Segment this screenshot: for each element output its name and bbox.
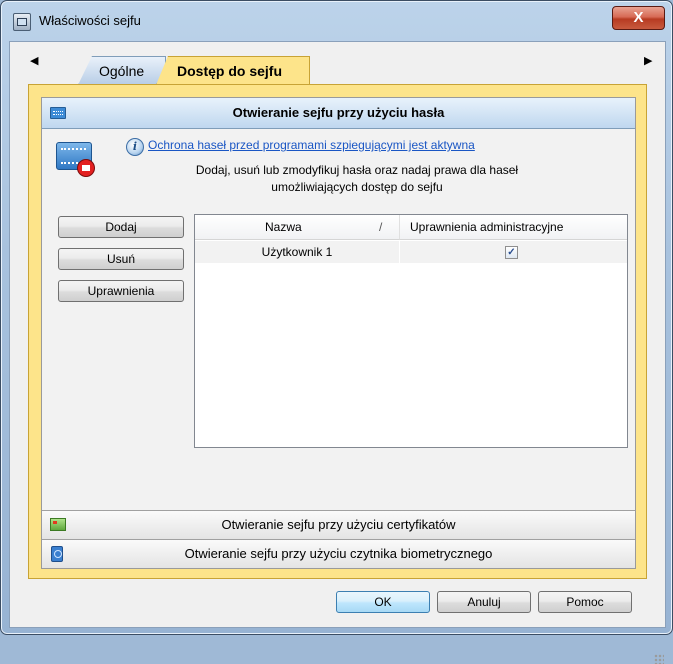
certificate-section-header[interactable]: Otwieranie sejfu przy użyciu certyfikató… bbox=[42, 510, 635, 539]
tab-panel-vault-access: Otwieranie sejfu przy użyciu hasła i Och… bbox=[28, 84, 647, 579]
column-header-name[interactable]: Nazwa / bbox=[195, 215, 400, 240]
remove-button[interactable]: Usuń bbox=[58, 248, 184, 270]
add-button[interactable]: Dodaj bbox=[58, 216, 184, 238]
close-button[interactable]: X bbox=[612, 6, 665, 30]
table-row[interactable]: Użytkownik 1 ✓ bbox=[195, 241, 627, 263]
biometric-section-header[interactable]: Otwieranie sejfu przy użyciu czytnika bi… bbox=[42, 539, 635, 568]
admin-rights-checkbox[interactable]: ✓ bbox=[505, 246, 518, 259]
cancel-button[interactable]: Anuluj bbox=[437, 591, 531, 613]
description-line-1: Dodaj, usuń lub zmodyfikuj hasła oraz na… bbox=[195, 163, 519, 177]
access-methods-panel: Otwieranie sejfu przy użyciu hasła i Och… bbox=[41, 97, 636, 569]
password-section-header[interactable]: Otwieranie sejfu przy użyciu hasła bbox=[42, 98, 635, 129]
tab-vault-access-label: Dostęp do sejfu bbox=[177, 63, 283, 79]
window-title: Właściwości sejfu bbox=[39, 13, 141, 28]
password-section-title: Otwieranie sejfu przy użyciu hasła bbox=[232, 105, 445, 120]
resize-grip-icon[interactable] bbox=[654, 654, 664, 664]
biometric-section-title: Otwieranie sejfu przy użyciu czytnika bi… bbox=[184, 546, 493, 561]
dialog-client-area: ◀ ▶ Ogólne Dostęp do sejfu Otwieranie se… bbox=[9, 41, 666, 664]
info-icon: i bbox=[126, 138, 144, 156]
tab-general[interactable]: Ogólne bbox=[78, 56, 166, 85]
certificate-section-title: Otwieranie sejfu przy użyciu certyfikató… bbox=[221, 517, 456, 532]
title-bar[interactable]: Właściwości sejfu X bbox=[1, 1, 672, 41]
ok-button[interactable]: OK bbox=[336, 591, 430, 613]
passwords-list[interactable]: Nazwa / Uprawnienia administracyjne Użyt… bbox=[194, 214, 628, 448]
column-admin-label: Uprawnienia administracyjne bbox=[410, 220, 564, 234]
help-button[interactable]: Pomoc bbox=[538, 591, 632, 613]
vault-properties-dialog: Właściwości sejfu X ◀ ▶ Ogólne Dostęp do… bbox=[0, 0, 673, 664]
tab-scroll-left-icon[interactable]: ◀ bbox=[30, 54, 38, 67]
permissions-button[interactable]: Uprawnienia bbox=[58, 280, 184, 302]
description-line-2: umożliwiających dostęp do sejfu bbox=[271, 180, 443, 194]
tab-general-label: Ogólne bbox=[99, 63, 145, 79]
tab-vault-access[interactable]: Dostęp do sejfu bbox=[156, 56, 310, 85]
spyware-protection-link[interactable]: Ochrona haseł przed programami szpiegują… bbox=[148, 138, 475, 152]
vault-app-icon bbox=[13, 13, 31, 31]
column-name-label: Nazwa bbox=[265, 220, 302, 234]
tab-scroll-right-icon[interactable]: ▶ bbox=[644, 54, 652, 67]
sort-indicator-icon: / bbox=[379, 220, 383, 234]
password-description: Dodaj, usuń lub zmodyfikuj hasła oraz na… bbox=[162, 162, 552, 196]
password-lock-icon bbox=[56, 142, 95, 177]
column-header-admin-rights[interactable]: Uprawnienia administracyjne bbox=[400, 215, 627, 240]
row-name-cell: Użytkownik 1 bbox=[261, 245, 333, 259]
